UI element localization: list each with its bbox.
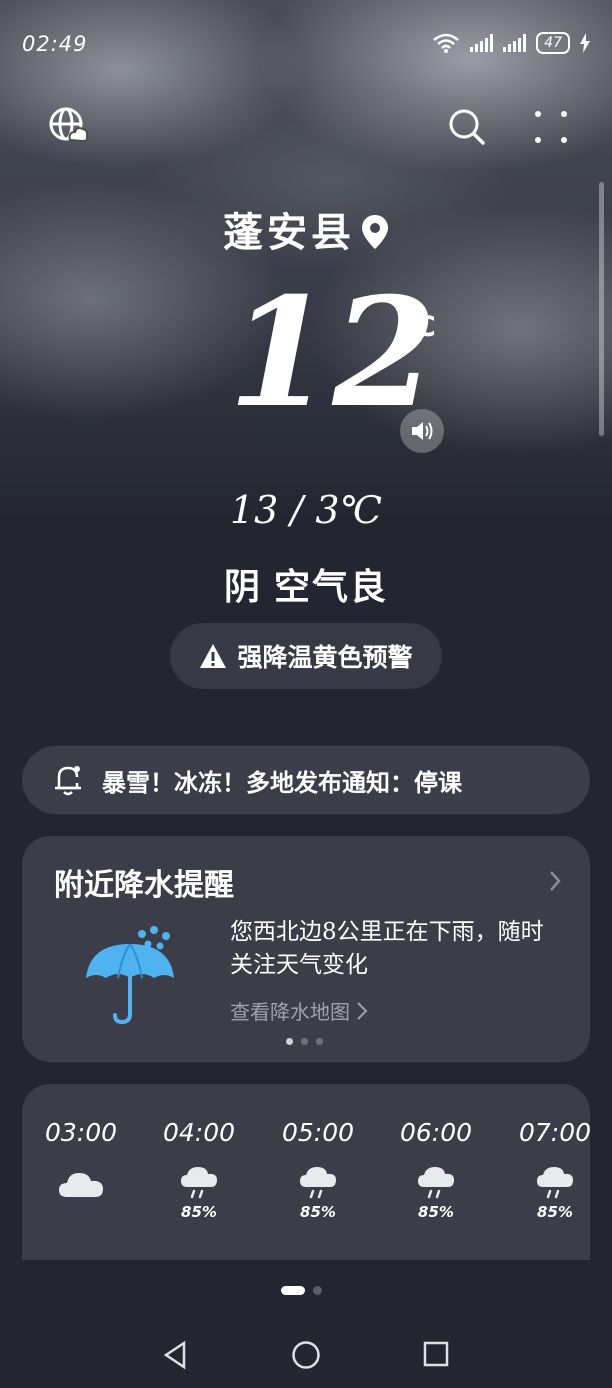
hourly-time: 03:00	[44, 1118, 118, 1147]
air-quality[interactable]: 空气良	[274, 566, 388, 608]
hourly-time: 07:00	[518, 1118, 590, 1147]
back-button[interactable]	[162, 1340, 188, 1374]
page-indicator-inactive	[313, 1286, 322, 1295]
precip-map-link[interactable]: 查看降水地图	[230, 996, 368, 1025]
sky-background	[0, 0, 612, 520]
chevron-right-icon[interactable]	[548, 870, 562, 892]
hourly-item[interactable]: 03:00	[26, 1118, 136, 1203]
signal-1-icon	[470, 34, 494, 52]
globe-weather-icon	[49, 107, 89, 143]
precip-map-link-label: 查看降水地图	[230, 1000, 350, 1024]
hourly-forecast[interactable]: 03:00 04:00 85% 05:00 85% 06:00 85% 07:00 85%	[22, 1084, 590, 1260]
hourly-precip: 85%	[537, 1203, 573, 1221]
hourly-item[interactable]: 06:00 85%	[381, 1118, 491, 1221]
home-button[interactable]	[291, 1340, 321, 1374]
precip-card-title: 附近降水提醒	[54, 868, 234, 903]
current-temperature: 12	[228, 265, 437, 441]
system-nav-bar	[0, 1325, 612, 1388]
city-header[interactable]: 蓬安县	[0, 200, 612, 260]
rain-cloud-icon	[263, 1165, 373, 1207]
city-name: 蓬安县	[223, 209, 355, 256]
home-circle-icon	[292, 1341, 320, 1369]
globe-weather-button[interactable]	[48, 106, 89, 150]
bell-icon	[55, 766, 81, 796]
temperature-unit: ℃	[402, 310, 436, 343]
warning-label: 强降温黄色预警	[237, 643, 413, 672]
status-icons: 47	[432, 32, 590, 54]
hourly-precip: 85%	[300, 1203, 336, 1221]
charging-bolt-icon	[580, 33, 590, 53]
condition-line: 阴空气良	[0, 558, 612, 610]
menu-dots-icon	[535, 111, 567, 143]
hourly-precip: 85%	[181, 1203, 217, 1221]
recents-button[interactable]	[422, 1340, 450, 1372]
rain-cloud-icon	[144, 1165, 254, 1207]
notice-text: 暴雪！冰冻！多地发布通知：停课	[102, 768, 462, 797]
hourly-item[interactable]: 05:00 85%	[263, 1118, 373, 1221]
recents-square-icon	[423, 1341, 449, 1367]
menu-button[interactable]	[534, 110, 568, 148]
wifi-icon	[433, 33, 459, 53]
rain-cloud-icon	[500, 1165, 590, 1207]
precipitation-card[interactable]: 附近降水提醒 您西北边8公里正在下雨，随时关注天气变化 查看降水地图	[22, 836, 590, 1062]
status-time: 02:49	[22, 32, 88, 56]
weather-warning-button[interactable]: 强降温黄色预警	[170, 623, 442, 689]
scrollbar[interactable]	[599, 182, 604, 436]
back-triangle-icon	[163, 1340, 186, 1370]
carousel-dots	[286, 1038, 323, 1045]
news-notice-banner[interactable]: 暴雪！冰冻！多地发布通知：停课	[22, 746, 590, 814]
hourly-time: 06:00	[399, 1118, 473, 1147]
hourly-item[interactable]: 07:00 85%	[500, 1118, 590, 1221]
search-icon	[449, 109, 485, 145]
temperature-range: 13 / 3℃	[230, 488, 382, 532]
location-pin-icon	[362, 214, 388, 249]
page-indicator-active	[281, 1286, 305, 1295]
umbrella-icon	[86, 926, 174, 1025]
hourly-precip: 85%	[418, 1203, 454, 1221]
hourly-time: 04:00	[162, 1118, 236, 1147]
rain-cloud-icon	[381, 1165, 491, 1207]
page-indicator	[281, 1286, 322, 1295]
speaker-icon	[412, 422, 433, 440]
weather-condition: 阴	[223, 566, 262, 608]
hourly-time: 05:00	[281, 1118, 355, 1147]
precip-message: 您西北边8公里正在下雨，随时关注天气变化	[230, 919, 544, 978]
signal-2-icon	[503, 34, 527, 52]
voice-broadcast-button[interactable]	[400, 409, 444, 453]
chevron-right-icon	[357, 1001, 368, 1020]
hourly-item[interactable]: 04:00 85%	[144, 1118, 254, 1221]
search-button[interactable]	[448, 108, 486, 150]
cloud-icon	[26, 1165, 136, 1207]
warning-triangle-icon	[200, 644, 227, 668]
battery-level: 47	[536, 32, 570, 54]
